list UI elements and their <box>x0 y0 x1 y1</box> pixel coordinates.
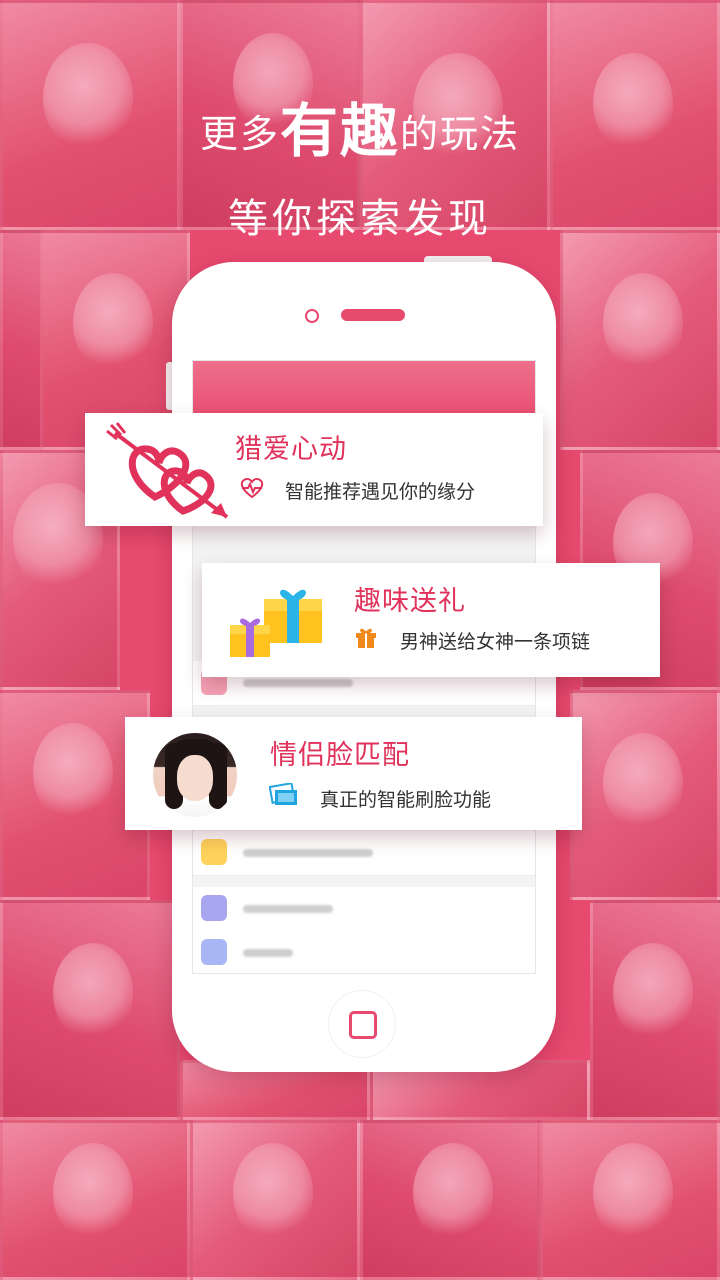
headline: 更多有趣的玩法 <box>0 84 720 168</box>
feature-description: 真正的智能刷脸功能 <box>320 789 492 811</box>
background-photo-tile <box>570 690 720 900</box>
hearts-arrow-icon <box>106 422 229 519</box>
heartbeat-icon <box>240 477 264 499</box>
feature-card-fun-gift[interactable]: 趣味送礼 男神送给女神一条项链 <box>202 563 660 677</box>
photo-cards-icon <box>269 783 297 805</box>
feature-title: 情侣脸匹配 <box>270 740 410 771</box>
feature-title: 猎爱心动 <box>235 434 347 465</box>
background-photo-tile <box>0 1120 190 1280</box>
gift-boxes-icon <box>230 589 322 657</box>
feature-description: 智能推荐遇见你的缘分 <box>285 481 476 503</box>
headline-suffix: 的玩法 <box>400 112 521 156</box>
phone-home-button <box>328 990 396 1058</box>
gift-icon <box>356 628 376 648</box>
screen-list-row <box>193 931 535 973</box>
background-photo-tile <box>0 900 180 1120</box>
headline-emphasis: 有趣 <box>279 97 400 165</box>
subline: 等你探索发现 <box>228 196 492 242</box>
feature-card-hunt-love[interactable]: 猎爱心动 智能推荐遇见你的缘分 <box>85 413 543 526</box>
feature-card-couple-face-match[interactable]: 情侣脸匹配 真正的智能刷脸功能 <box>125 717 582 830</box>
phone-speaker <box>341 309 405 321</box>
background-photo-tile <box>360 1120 540 1280</box>
background-photo-tile <box>540 1120 720 1280</box>
background-photo-tile <box>590 900 720 1120</box>
screen-list-row <box>193 831 535 876</box>
background-photo-tile <box>190 1120 360 1280</box>
feature-description: 男神送给女神一条项链 <box>400 631 591 653</box>
headline-prefix: 更多 <box>199 112 280 156</box>
phone-camera <box>305 309 319 323</box>
avatar <box>153 733 237 817</box>
feature-title: 趣味送礼 <box>354 586 466 617</box>
background-photo-tile <box>560 230 720 450</box>
screen-list-row <box>193 887 535 932</box>
